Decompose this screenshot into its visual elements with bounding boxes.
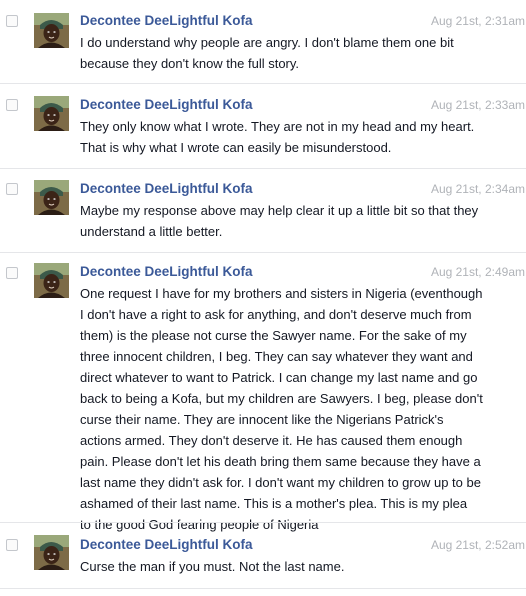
message-text: They only know what I wrote. They are no… [80,116,526,158]
select-checkbox[interactable] [6,267,18,279]
message-line: One request I have for my brothers and s… [80,286,483,301]
message-line: actions armed. They don't deserve it. He… [80,433,463,448]
message-line: back to being a Kofa, but my children ar… [80,391,483,406]
message-line: curse their name. They are innocent like… [80,412,444,427]
message-line: because they don't know the full story. [80,56,300,71]
message-line: last name they didn't ask for. I don't w… [80,475,481,490]
message-line: understand a little better. [80,224,223,239]
avatar-image [34,535,69,570]
timestamp[interactable]: Aug 21st, 2:52am [431,538,525,552]
timestamp[interactable]: Aug 21st, 2:33am [431,98,525,112]
message-line: Curse the man if you must. Not the last … [80,559,345,574]
message-text: I do understand why people are angry. I … [80,32,526,74]
message-line: them) is the please not curse the Sawyer… [80,328,467,343]
message-item: Decontee DeeLightful Kofa Aug 21st, 2:31… [0,0,526,84]
timestamp[interactable]: Aug 21st, 2:49am [431,265,525,279]
message-item: Decontee DeeLightful Kofa Aug 21st, 2:33… [0,84,526,168]
message-text: Maybe my response above may help clear i… [80,200,526,242]
author-name[interactable]: Decontee DeeLightful Kofa [80,264,253,279]
message-line: pain. Please don't let his death bring t… [80,454,481,469]
avatar[interactable] [34,180,69,215]
timestamp[interactable]: Aug 21st, 2:31am [431,14,525,28]
message-text: One request I have for my brothers and s… [80,283,526,535]
message-line: I do understand why people are angry. I … [80,35,454,50]
message-line: Maybe my response above may help clear i… [80,203,479,218]
avatar[interactable] [34,13,69,48]
timestamp[interactable]: Aug 21st, 2:34am [431,182,525,196]
message-item: Decontee DeeLightful Kofa Aug 21st, 2:49… [0,253,526,532]
message-line: They only know what I wrote. They are no… [80,119,475,134]
avatar[interactable] [34,535,69,570]
avatar-image [34,96,69,131]
message-line: direct whatever to want to Patrick. I ca… [80,370,478,385]
select-checkbox[interactable] [6,183,18,195]
avatar-image [34,180,69,215]
author-name[interactable]: Decontee DeeLightful Kofa [80,97,253,112]
author-name[interactable]: Decontee DeeLightful Kofa [80,181,253,196]
avatar-image [34,263,69,298]
avatar-image [34,13,69,48]
divider [0,588,526,589]
author-name[interactable]: Decontee DeeLightful Kofa [80,13,253,28]
author-name[interactable]: Decontee DeeLightful Kofa [80,537,253,552]
message-line: three innocent children, I beg. They can… [80,349,473,364]
message-item: Decontee DeeLightful Kofa Aug 21st, 2:34… [0,169,526,253]
select-checkbox[interactable] [6,99,18,111]
select-checkbox[interactable] [6,15,18,27]
select-checkbox[interactable] [6,539,18,551]
message-text: Curse the man if you must. Not the last … [80,556,526,577]
message-item: Decontee DeeLightful Kofa Aug 21st, 2:52… [0,523,526,596]
avatar[interactable] [34,263,69,298]
message-line: I don't have a right to ask for anything… [80,307,472,322]
message-line: ashamed of their last name. This is a mo… [80,496,468,511]
avatar[interactable] [34,96,69,131]
message-line: That is why what I wrote can easily be m… [80,140,392,155]
